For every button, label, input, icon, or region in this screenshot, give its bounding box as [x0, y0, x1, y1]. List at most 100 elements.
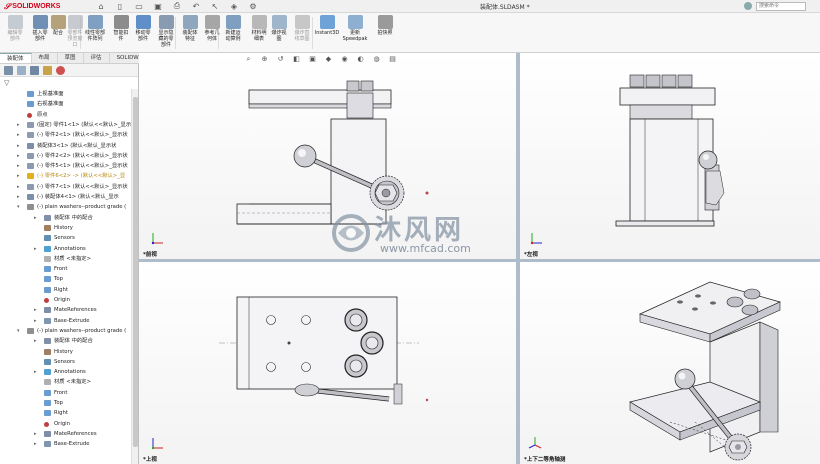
chevron-right-icon[interactable]: ▸	[34, 244, 37, 254]
tree-item[interactable]: 上视基准面	[0, 89, 131, 99]
undo-icon[interactable]: ↶	[191, 1, 201, 11]
tree-item[interactable]: ▸ (-) 零件2<1> (默认<<默认>_显示状	[0, 130, 131, 140]
ribbon-button-16[interactable]: 拍快照	[372, 15, 398, 51]
tree-item[interactable]: Origin	[0, 295, 131, 305]
chevron-right-icon[interactable]: ▸	[34, 213, 37, 223]
chevron-right-icon[interactable]: ▸	[17, 161, 20, 171]
save-icon[interactable]: ▣	[153, 1, 163, 11]
tree-item[interactable]: History	[0, 347, 131, 357]
chevron-right-icon[interactable]: ▸	[17, 120, 20, 130]
tree-item[interactable]: 材质 <未指定>	[0, 254, 131, 264]
tree-item[interactable]: Top	[0, 274, 131, 284]
tree-item[interactable]: Sensors	[0, 357, 131, 367]
chevron-right-icon[interactable]: ▸	[34, 429, 37, 439]
chevron-right-icon[interactable]: ▸	[34, 439, 37, 449]
rebuild-icon[interactable]: ◈	[229, 1, 239, 11]
viewport-top[interactable]: *上视	[139, 262, 516, 464]
print-icon[interactable]: ⎙	[172, 1, 182, 11]
chevron-right-icon[interactable]: ▸	[34, 367, 37, 377]
tree-item[interactable]: Right	[0, 285, 131, 295]
chevron-right-icon[interactable]: ▸	[17, 151, 20, 161]
select-icon[interactable]: ↖	[210, 1, 220, 11]
chevron-down-icon[interactable]: ▾	[17, 202, 20, 212]
chevron-down-icon[interactable]: ▾	[17, 326, 20, 336]
ribbon-button-14[interactable]: Instant3D	[314, 15, 340, 51]
tree-item[interactable]: 材质 <未指定>	[0, 377, 131, 387]
command-tab-2[interactable]: 草图	[58, 53, 84, 63]
scrollbar-thumb[interactable]	[133, 97, 138, 447]
tree-item[interactable]: ▸ (-) 零件6<2> -> (默认<<默认>_显	[0, 171, 131, 181]
tree-item[interactable]: ▸ MateReferences	[0, 305, 131, 315]
tree-item[interactable]: ▸ Base-Extrude	[0, 439, 131, 449]
tree-item[interactable]: Origin	[0, 419, 131, 429]
open-icon[interactable]: ▭	[134, 1, 144, 11]
solidworks-logo[interactable]: 𝒮 SOLIDWORKS	[4, 1, 60, 12]
chevron-right-icon[interactable]: ▸	[17, 171, 20, 181]
tree-item[interactable]: ▸ Base-Extrude	[0, 316, 131, 326]
tree-item[interactable]: ▸ (固定) 零件1<1> (默认<<默认>_显示状	[0, 120, 131, 130]
zoom-area-icon[interactable]: ⊕	[260, 55, 269, 63]
home-icon[interactable]: ⌂	[96, 1, 106, 11]
tree-item[interactable]: Top	[0, 398, 131, 408]
user-icon[interactable]	[744, 2, 752, 10]
search-input[interactable]: 搜索命令	[756, 2, 806, 11]
tree-item[interactable]: ▸ (-) 零件7<1> (默认<<默认>_显示状	[0, 182, 131, 192]
section-view-icon[interactable]: ◧	[292, 55, 301, 63]
tree-item[interactable]: 右视基准面	[0, 99, 131, 109]
configuration-manager-tab-icon[interactable]	[30, 66, 39, 75]
previous-view-icon[interactable]: ↺	[276, 55, 285, 63]
tree-item[interactable]: ▸ 装配体 中的配合	[0, 213, 131, 223]
feature-manager-tab-icon[interactable]	[4, 66, 13, 75]
tree-item[interactable]: ▸ (-) 装配体4<1> (默认<默认_显示	[0, 192, 131, 202]
chevron-right-icon[interactable]: ▸	[34, 305, 37, 315]
tree-item[interactable]: ▾ (-) plain washers--product grade (	[0, 202, 131, 212]
chevron-right-icon[interactable]: ▸	[17, 182, 20, 192]
options-icon[interactable]: ⚙	[248, 1, 258, 11]
tree-item[interactable]: ▸ 装配体3<1> (默认<默认_显示状	[0, 141, 131, 151]
ribbon-button-10[interactable]: 新建运 动算例	[220, 15, 246, 51]
viewport-divider-horizontal[interactable]	[139, 259, 820, 262]
tree-scrollbar[interactable]	[131, 89, 138, 464]
view-settings-icon[interactable]: ▤	[388, 55, 397, 63]
tree-item[interactable]: ▸ Annotations	[0, 367, 131, 377]
display-manager-tab-icon[interactable]	[56, 66, 65, 75]
chevron-right-icon[interactable]: ▸	[34, 316, 37, 326]
ribbon-button-0[interactable]: 编辑零 部件	[2, 15, 28, 51]
graphics-area[interactable]: *前视 *左视 *上视 *上下二等角轴测	[139, 53, 820, 464]
tree-item[interactable]: ▸ (-) 零件5<1> (默认<<默认>_显示状	[0, 161, 131, 171]
zoom-to-fit-icon[interactable]: ⌕	[244, 55, 253, 63]
chevron-right-icon[interactable]: ▸	[34, 336, 37, 346]
view-orientation-icon[interactable]: ▣	[308, 55, 317, 63]
chevron-right-icon[interactable]: ▸	[17, 130, 20, 140]
display-style-icon[interactable]: ◆	[324, 55, 333, 63]
ribbon-button-label: 拍快照	[377, 30, 393, 36]
viewport-left[interactable]: *左视	[520, 53, 820, 259]
dimxpert-tab-icon[interactable]	[43, 66, 52, 75]
new-icon[interactable]: ▯	[115, 1, 125, 11]
apply-scene-icon[interactable]: ◍	[372, 55, 381, 63]
chevron-right-icon[interactable]: ▸	[17, 192, 20, 202]
ribbon-button-15[interactable]: 更新 Speedpak	[342, 15, 368, 51]
command-tab-3[interactable]: 评估	[84, 53, 110, 63]
ribbon-button-4[interactable]: 线性零部 件阵列	[82, 15, 108, 51]
tree-item[interactable]: Right	[0, 408, 131, 418]
tree-item[interactable]: Front	[0, 264, 131, 274]
tree-item[interactable]: ▸ MateReferences	[0, 429, 131, 439]
tree-item[interactable]: 原点	[0, 110, 131, 120]
tree-item[interactable]: ▸ Annotations	[0, 244, 131, 254]
property-manager-tab-icon[interactable]	[17, 66, 26, 75]
filter-icon[interactable]: ▽	[0, 77, 138, 89]
ribbon-button-13[interactable]: 爆炸直 线草图	[289, 15, 315, 51]
hide-show-items-icon[interactable]: ◉	[340, 55, 349, 63]
tree-item[interactable]: Sensors	[0, 233, 131, 243]
command-tab-1[interactable]: 布局	[32, 53, 58, 63]
viewport-isometric[interactable]: *上下二等角轴测	[520, 262, 820, 464]
tree-item[interactable]: Front	[0, 388, 131, 398]
chevron-right-icon[interactable]: ▸	[17, 141, 20, 151]
tree-item[interactable]: ▸ (-) 零件2<2> (默认<<默认>_显示状	[0, 151, 131, 161]
tree-item[interactable]: History	[0, 223, 131, 233]
tree-item[interactable]: ▸ 装配体 中的配合	[0, 336, 131, 346]
command-tab-0[interactable]: 装配体	[0, 53, 32, 63]
edit-appearance-icon[interactable]: ◐	[356, 55, 365, 63]
tree-item[interactable]: ▾ (-) plain washers--product grade (	[0, 326, 131, 336]
